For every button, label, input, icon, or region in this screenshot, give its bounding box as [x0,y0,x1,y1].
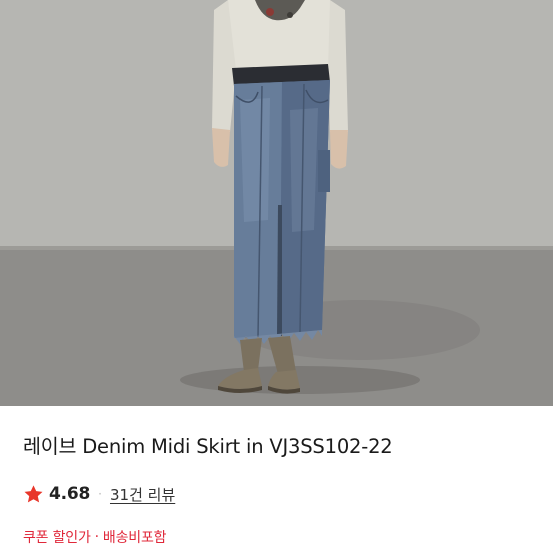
review-count-link[interactable]: 31건 리뷰 [110,484,175,505]
rating-separator: · [98,487,102,501]
product-card[interactable]: 레이브 Denim Midi Skirt in VJ3SS102-22 4.68… [0,0,553,553]
shipping-included-tag: 배송비포함 [102,530,167,546]
tags-row: 쿠폰 할인가 · 배송비포함 [23,527,167,547]
rating-value: 4.68 [49,484,91,504]
star-icon [23,484,44,505]
coupon-price-tag: 쿠폰 할인가 [23,530,91,546]
product-photo [0,0,553,406]
product-title[interactable]: 레이브 Denim Midi Skirt in VJ3SS102-22 [23,435,393,459]
rating-row: 4.68 · 31건 리뷰 [23,482,175,506]
product-image[interactable] [0,0,553,406]
tag-separator: · [94,529,99,545]
